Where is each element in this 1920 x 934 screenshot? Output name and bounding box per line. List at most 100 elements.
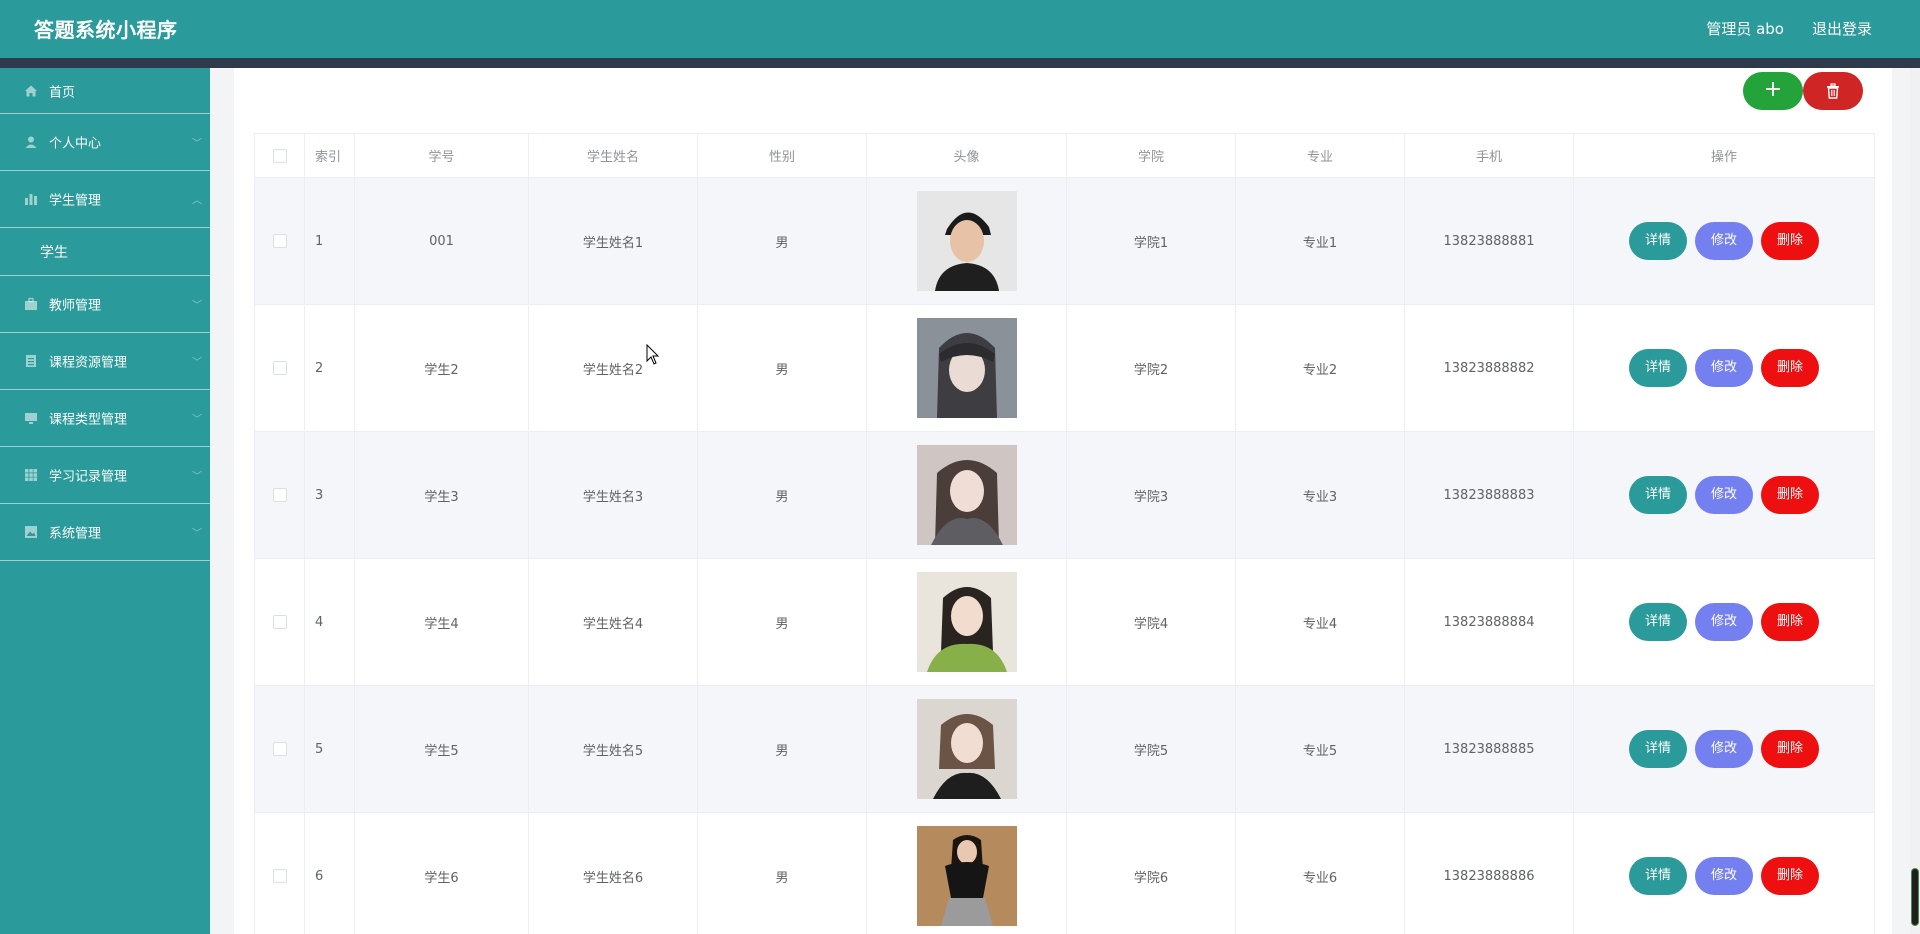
avatar[interactable] — [916, 318, 1017, 418]
detail-button[interactable]: 详情 — [1629, 222, 1687, 260]
mouse-cursor-icon — [646, 344, 660, 365]
avatar-cell — [866, 685, 1067, 813]
actions-cell: 详情 修改 删除 — [1573, 812, 1875, 934]
edit-button[interactable]: 修改 — [1695, 222, 1753, 260]
home-icon — [24, 84, 38, 98]
student-no-cell: 学生3 — [354, 431, 529, 559]
edit-button[interactable]: 修改 — [1695, 730, 1753, 768]
major-cell: 专业5 — [1235, 685, 1405, 813]
row-checkbox[interactable] — [272, 361, 287, 375]
gender-cell: 男 — [697, 685, 867, 813]
image-icon — [24, 525, 38, 539]
grid-icon — [24, 468, 38, 482]
delete-button[interactable]: 删除 — [1761, 730, 1819, 768]
column-header[interactable]: 头像 — [866, 133, 1067, 178]
select-all-checkbox[interactable] — [272, 148, 287, 163]
column-header[interactable]: 学生姓名 — [528, 133, 698, 178]
avatar[interactable] — [916, 191, 1017, 291]
column-header[interactable]: 学号 — [354, 133, 529, 178]
student-no-cell: 001 — [354, 177, 529, 305]
row-checkbox[interactable] — [272, 869, 287, 883]
avatar-cell — [866, 431, 1067, 559]
delete-button[interactable]: 删除 — [1761, 476, 1819, 514]
detail-button[interactable]: 详情 — [1629, 476, 1687, 514]
column-header: 操作 — [1573, 133, 1875, 178]
sidebar: 首页 个人中心 ﹀ 学生管理 ︿ 学生 教师管理 ﹀ 课程资源管理 ﹀ 课程类型… — [0, 68, 210, 934]
current-user-label: 管理员 abo — [1706, 20, 1784, 38]
gender-cell: 男 — [697, 812, 867, 934]
row-checkbox[interactable] — [272, 615, 287, 629]
student-no-cell: 学生2 — [354, 304, 529, 432]
college-cell: 学院4 — [1066, 558, 1236, 686]
student-no-cell: 学生4 — [354, 558, 529, 686]
student-name-cell: 学生姓名6 — [528, 812, 698, 934]
vertical-scrollbar[interactable] — [1910, 68, 1920, 934]
index-cell: 2 — [304, 304, 355, 432]
detail-button[interactable]: 详情 — [1629, 857, 1687, 895]
phone-cell: 13823888885 — [1404, 685, 1574, 813]
logout-link[interactable]: 退出登录 — [1812, 18, 1872, 39]
sidebar-item-home[interactable]: 首页 — [0, 68, 210, 114]
major-cell: 专业2 — [1235, 304, 1405, 432]
edit-button[interactable]: 修改 — [1695, 603, 1753, 641]
delete-button[interactable]: 删除 — [1761, 222, 1819, 260]
sidebar-item-course-type-management[interactable]: 课程类型管理 ﹀ — [0, 390, 210, 447]
actions-cell: 详情 修改 删除 — [1573, 304, 1875, 432]
delete-button[interactable]: 删除 — [1761, 603, 1819, 641]
edit-button[interactable]: 修改 — [1695, 349, 1753, 387]
table-row: 3 学生3 学生姓名3 男 学院3 专业3 13823888883 详情 修改 删除 — [254, 431, 1875, 559]
phone-cell: 13823888883 — [1404, 431, 1574, 559]
actions-cell: 详情 修改 删除 — [1573, 177, 1875, 305]
student-name-cell: 学生姓名2 — [528, 304, 698, 432]
avatar-cell — [866, 558, 1067, 686]
batch-delete-button[interactable] — [1803, 72, 1863, 110]
column-header[interactable]: 学院 — [1066, 133, 1236, 178]
student-table: 索引 学号 学生姓名 性别 头像 学院 专业 手机 操作 1 001 学生姓名1… — [254, 133, 1875, 934]
sidebar-item-system-management[interactable]: 系统管理 ﹀ — [0, 504, 210, 561]
major-cell: 专业6 — [1235, 812, 1405, 934]
index-cell: 6 — [304, 812, 355, 934]
add-button[interactable]: + — [1743, 72, 1803, 110]
sidebar-item-personal-center[interactable]: 个人中心 ﹀ — [0, 114, 210, 171]
sidebar-subitem-student[interactable]: 学生 — [0, 228, 210, 276]
delete-button[interactable]: 删除 — [1761, 349, 1819, 387]
actions-cell: 详情 修改 删除 — [1573, 558, 1875, 686]
sidebar-item-label: 个人中心 — [49, 136, 102, 152]
phone-cell: 13823888886 — [1404, 812, 1574, 934]
avatar[interactable] — [916, 445, 1017, 545]
college-cell: 学院3 — [1066, 431, 1236, 559]
student-name-cell: 学生姓名1 — [528, 177, 698, 305]
edit-button[interactable]: 修改 — [1695, 476, 1753, 514]
column-header[interactable]: 专业 — [1235, 133, 1405, 178]
sidebar-item-course-resource-management[interactable]: 课程资源管理 ﹀ — [0, 333, 210, 390]
college-cell: 学院5 — [1066, 685, 1236, 813]
delete-button[interactable]: 删除 — [1761, 857, 1819, 895]
detail-button[interactable]: 详情 — [1629, 349, 1687, 387]
row-checkbox[interactable] — [272, 234, 287, 248]
detail-button[interactable]: 详情 — [1629, 603, 1687, 641]
table-row: 4 学生4 学生姓名4 男 学院4 专业4 13823888884 详情 修改 删除 — [254, 558, 1875, 686]
column-header[interactable]: 性别 — [697, 133, 867, 178]
avatar[interactable] — [916, 572, 1017, 672]
row-checkbox[interactable] — [272, 742, 287, 756]
avatar-cell — [866, 304, 1067, 432]
sidebar-item-study-record-management[interactable]: 学习记录管理 ﹀ — [0, 447, 210, 504]
detail-button[interactable]: 详情 — [1629, 730, 1687, 768]
index-cell: 4 — [304, 558, 355, 686]
phone-cell: 13823888882 — [1404, 304, 1574, 432]
chevron-down-icon: ﹀ — [192, 138, 202, 150]
avatar[interactable] — [916, 826, 1017, 926]
student-name-cell: 学生姓名4 — [528, 558, 698, 686]
sidebar-item-student-management[interactable]: 学生管理 ︿ — [0, 171, 210, 228]
list-icon — [24, 354, 38, 368]
edit-button[interactable]: 修改 — [1695, 857, 1753, 895]
phone-cell: 13823888884 — [1404, 558, 1574, 686]
sidebar-item-teacher-management[interactable]: 教师管理 ﹀ — [0, 276, 210, 333]
row-checkbox[interactable] — [272, 488, 287, 502]
scrollbar-thumb[interactable] — [1911, 868, 1919, 926]
column-header[interactable]: 手机 — [1404, 133, 1574, 178]
major-cell: 专业4 — [1235, 558, 1405, 686]
column-header[interactable]: 索引 — [304, 133, 355, 178]
app-title: 答题系统小程序 — [34, 18, 178, 42]
avatar[interactable] — [916, 699, 1017, 799]
